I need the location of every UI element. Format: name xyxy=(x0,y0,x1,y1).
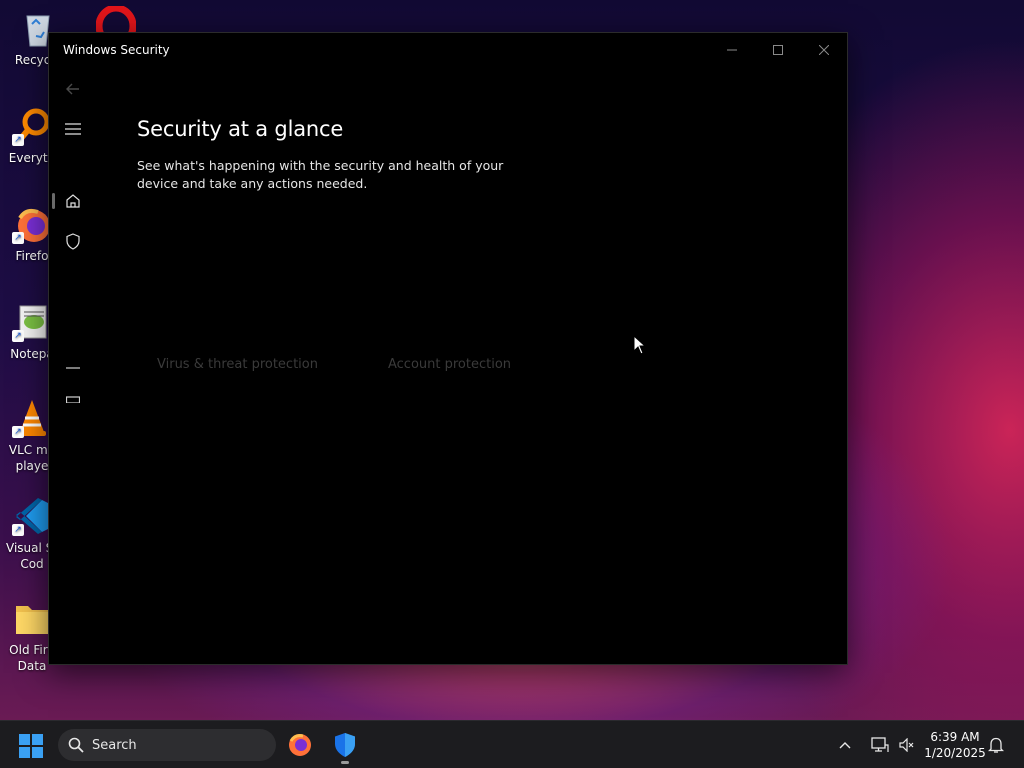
search-icon xyxy=(68,737,84,753)
minimize-button[interactable] xyxy=(709,33,755,67)
bell-icon xyxy=(988,737,1004,753)
shortcut-arrow-icon: ↗ xyxy=(12,232,24,244)
menu-button[interactable] xyxy=(53,111,93,147)
page-subtitle: See what's happening with the security a… xyxy=(137,158,504,191)
shortcut-arrow-icon: ↗ xyxy=(12,426,24,438)
taskbar-search[interactable]: Search xyxy=(58,729,276,761)
close-button[interactable] xyxy=(801,33,847,67)
main-content: Security at a glance See what's happenin… xyxy=(137,117,797,193)
notepad-icon: ↗ xyxy=(12,302,52,342)
taskbar-app-windows-security[interactable] xyxy=(329,729,361,764)
app-browser-icon xyxy=(66,396,80,403)
card-virus-threat-protection[interactable]: Virus & threat protection xyxy=(157,353,318,371)
vlc-icon: ↗ xyxy=(12,398,52,438)
network-button[interactable] xyxy=(864,737,896,753)
nav-item-virus-protection[interactable] xyxy=(53,223,93,259)
shortcut-arrow-icon: ↗ xyxy=(12,330,24,342)
clock-time: 6:39 AM xyxy=(930,730,980,744)
chevron-up-icon xyxy=(839,742,851,749)
everything-search-icon: ↗ xyxy=(12,106,52,146)
volume-muted-icon xyxy=(899,738,914,752)
folder-icon xyxy=(12,598,52,638)
card-account-protection[interactable]: Account protection xyxy=(388,353,511,371)
minimize-icon xyxy=(727,49,737,51)
notifications-button[interactable] xyxy=(986,735,1006,755)
clock-date: 1/20/2025 xyxy=(924,746,986,760)
window-controls xyxy=(709,33,847,67)
shield-icon xyxy=(66,232,80,250)
taskbar-app-firefox[interactable] xyxy=(284,729,316,761)
show-hidden-icons-button[interactable] xyxy=(834,741,856,749)
nav-item-home[interactable] xyxy=(53,183,93,219)
start-button[interactable] xyxy=(16,731,46,761)
taskbar: Search 6:39 AM 1/20/2025 xyxy=(0,720,1024,768)
firefox-icon: ↗ xyxy=(12,204,52,244)
back-arrow-icon xyxy=(66,83,79,95)
page-title: Security at a glance xyxy=(137,117,344,141)
status-cards: Virus & threat protection Account protec… xyxy=(157,353,797,371)
windows-security-icon xyxy=(335,733,355,757)
nav-item-partial-1[interactable] xyxy=(53,350,93,386)
volume-button[interactable] xyxy=(896,738,918,752)
windows-security-window: Windows Security Security at a glance Se… xyxy=(48,32,848,665)
shortcut-arrow-icon: ↗ xyxy=(12,524,24,536)
firefox-icon xyxy=(289,734,311,756)
window-title: Windows Security xyxy=(63,43,170,57)
dash-icon xyxy=(66,367,80,369)
shortcut-arrow-icon: ↗ xyxy=(12,134,24,146)
hamburger-menu-icon xyxy=(65,123,81,135)
taskbar-clock[interactable]: 6:39 AM 1/20/2025 xyxy=(920,729,990,761)
system-tray xyxy=(834,721,918,768)
close-icon xyxy=(819,45,829,55)
windows-logo-icon xyxy=(19,734,43,758)
running-indicator xyxy=(341,761,349,764)
navigation-rail xyxy=(49,67,97,407)
vscode-icon: ↗ xyxy=(12,496,52,536)
nav-item-partial-2[interactable] xyxy=(53,385,93,407)
search-label: Search xyxy=(92,737,137,753)
maximize-button[interactable] xyxy=(755,33,801,67)
maximize-icon xyxy=(773,45,783,55)
mouse-cursor-icon xyxy=(633,335,647,355)
back-button[interactable] xyxy=(53,71,93,107)
network-icon xyxy=(871,737,889,752)
home-icon xyxy=(66,194,80,208)
title-bar[interactable]: Windows Security xyxy=(49,33,847,67)
